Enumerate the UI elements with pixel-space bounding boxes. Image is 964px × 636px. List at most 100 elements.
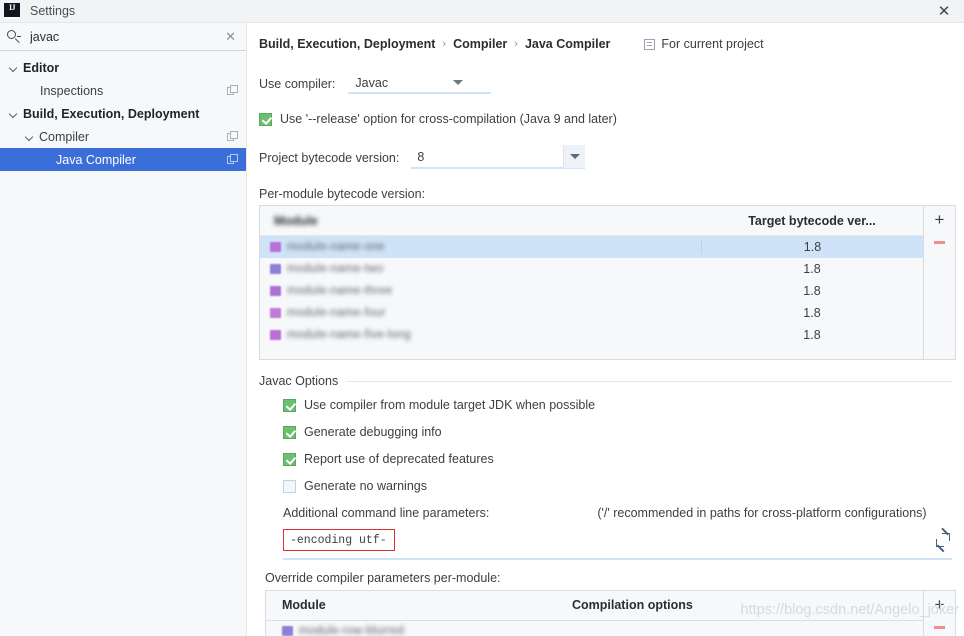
- additional-params-input[interactable]: [290, 534, 386, 547]
- per-module-table-toolbar: +: [924, 206, 955, 359]
- copy-icon[interactable]: [227, 154, 238, 165]
- release-option-label: Use '--release' option for cross-compila…: [280, 112, 617, 126]
- module-name: module-row-blurred: [299, 625, 405, 636]
- option-debug-info-checkbox[interactable]: [283, 425, 296, 439]
- sidebar-item-inspections[interactable]: Inspections: [0, 79, 246, 102]
- target-bytecode-value[interactable]: 1.8: [701, 262, 923, 276]
- project-bytecode-row: Project bytecode version: 8: [259, 145, 964, 169]
- option-use-module-jdk-row[interactable]: Use compiler from module target JDK when…: [283, 398, 952, 412]
- field-underline: [283, 558, 952, 560]
- override-params-table: Module Compilation options module-row-bl…: [265, 590, 956, 636]
- expand-icon[interactable]: [936, 533, 950, 547]
- intellij-logo-icon: IJ: [4, 3, 20, 19]
- add-module-button[interactable]: +: [935, 211, 945, 229]
- javac-options-title: Javac Options: [259, 374, 339, 388]
- module-name: module-name-five-long: [287, 329, 411, 341]
- table-row[interactable]: module-name-two 1.8: [260, 258, 923, 280]
- module-icon: [282, 626, 293, 636]
- column-header-target-bytecode[interactable]: Target bytecode ver...: [701, 214, 923, 228]
- option-no-warnings-label: Generate no warnings: [304, 479, 427, 493]
- module-icon: [270, 308, 281, 318]
- breadcrumb-item-1[interactable]: Compiler: [453, 37, 507, 51]
- column-header-module[interactable]: Module: [266, 598, 572, 612]
- settings-dialog: IJ Settings ✕ ✕ Editor Inspections: [0, 0, 964, 636]
- remove-module-button[interactable]: [934, 241, 945, 244]
- project-scope-indicator[interactable]: For current project: [644, 37, 764, 51]
- table-row[interactable]: module-name-one 1.8: [260, 236, 923, 258]
- module-name: module-name-two: [287, 263, 384, 275]
- settings-sidebar: ✕ Editor Inspections Build, Execution, D…: [0, 23, 247, 636]
- per-module-bytecode-table: Module Target bytecode ver... module-nam…: [259, 205, 956, 360]
- release-option-checkbox[interactable]: [259, 112, 272, 126]
- table-row[interactable]: module-name-four 1.8: [260, 302, 923, 324]
- breadcrumb-item-2[interactable]: Java Compiler: [525, 37, 610, 51]
- remove-override-button[interactable]: [934, 626, 945, 629]
- use-compiler-dropdown[interactable]: Javac: [348, 73, 492, 94]
- search-input[interactable]: [30, 29, 224, 44]
- project-bytecode-value: 8: [417, 149, 425, 164]
- module-name: module-name-four: [287, 307, 386, 319]
- per-module-bytecode-label: Per-module bytecode version:: [259, 187, 426, 201]
- project-scope-label: For current project: [661, 37, 764, 51]
- module-icon: [270, 242, 281, 252]
- sidebar-item-label: Editor: [23, 60, 60, 75]
- target-bytecode-value[interactable]: 1.8: [701, 240, 923, 254]
- chevron-down-icon: [453, 80, 464, 85]
- option-use-module-jdk-checkbox[interactable]: [283, 398, 296, 412]
- copy-icon[interactable]: [227, 131, 238, 142]
- additional-params-field-row: [283, 529, 952, 560]
- breadcrumb-separator: ›: [514, 38, 518, 50]
- close-icon[interactable]: ✕: [924, 0, 964, 23]
- javac-options-group: Javac Options Use compiler from module t…: [259, 374, 952, 560]
- sidebar-item-compiler[interactable]: Compiler: [0, 125, 246, 148]
- option-deprecated-row[interactable]: Report use of deprecated features: [283, 452, 952, 466]
- chevron-down-icon[interactable]: [8, 62, 20, 74]
- table-row[interactable]: module-name-five-long 1.8: [260, 324, 923, 346]
- use-compiler-row: Use compiler: Javac: [259, 73, 964, 94]
- project-bytecode-dropdown-button[interactable]: [563, 145, 586, 168]
- project-bytecode-dropdown[interactable]: 8: [411, 145, 586, 169]
- chevron-down-icon[interactable]: [24, 131, 36, 143]
- module-name: module-name-three: [287, 285, 393, 297]
- sidebar-item-editor[interactable]: Editor: [0, 56, 246, 79]
- table-row[interactable]: module-row-blurred: [266, 621, 923, 636]
- search-icon: [7, 29, 21, 44]
- per-module-table-body: Module Target bytecode ver... module-nam…: [260, 206, 924, 359]
- target-bytecode-value[interactable]: 1.8: [701, 284, 923, 298]
- option-no-warnings-row[interactable]: Generate no warnings: [283, 479, 952, 493]
- breadcrumb-separator: ›: [442, 38, 447, 50]
- sidebar-item-java-compiler[interactable]: Java Compiler: [0, 148, 246, 171]
- search-row: ✕: [0, 23, 246, 51]
- module-icon: [270, 286, 281, 296]
- chevron-down-icon[interactable]: [8, 108, 20, 120]
- release-option-row[interactable]: Use '--release' option for cross-compila…: [259, 112, 964, 126]
- additional-params-highlight: [283, 529, 395, 551]
- sidebar-item-label: Build, Execution, Deployment: [23, 106, 200, 121]
- option-deprecated-checkbox[interactable]: [283, 452, 296, 466]
- additional-params-label-row: Additional command line parameters: ('/'…: [283, 506, 952, 520]
- option-debug-info-row[interactable]: Generate debugging info: [283, 425, 952, 439]
- copy-icon[interactable]: [227, 85, 238, 96]
- additional-params-label: Additional command line parameters:: [283, 506, 490, 520]
- sidebar-item-build-execution-deployment[interactable]: Build, Execution, Deployment: [0, 102, 246, 125]
- module-icon: [270, 330, 281, 340]
- option-no-warnings-checkbox[interactable]: [283, 479, 296, 493]
- module-name: module-name-one: [287, 241, 385, 253]
- column-header-compilation-options[interactable]: Compilation options: [572, 598, 923, 612]
- target-bytecode-value[interactable]: 1.8: [701, 328, 923, 342]
- override-table-header: Module Compilation options: [266, 591, 923, 621]
- search-clear-icon[interactable]: ✕: [223, 29, 238, 45]
- target-bytecode-value[interactable]: 1.8: [701, 306, 923, 320]
- table-row[interactable]: module-name-three 1.8: [260, 280, 923, 302]
- column-header-module[interactable]: Module: [260, 214, 701, 228]
- override-table-body: Module Compilation options module-row-bl…: [266, 591, 924, 636]
- add-override-button[interactable]: +: [935, 596, 945, 614]
- project-bytecode-label: Project bytecode version:: [259, 150, 400, 165]
- javac-options-body: Use compiler from module target JDK when…: [259, 388, 952, 560]
- project-scope-icon: [644, 38, 656, 50]
- window-title: Settings: [30, 4, 76, 18]
- chevron-down-icon: [569, 154, 580, 159]
- javac-options-title-row: Javac Options: [259, 374, 952, 388]
- use-compiler-label: Use compiler:: [259, 76, 336, 91]
- breadcrumb-item-0[interactable]: Build, Execution, Deployment: [259, 37, 435, 51]
